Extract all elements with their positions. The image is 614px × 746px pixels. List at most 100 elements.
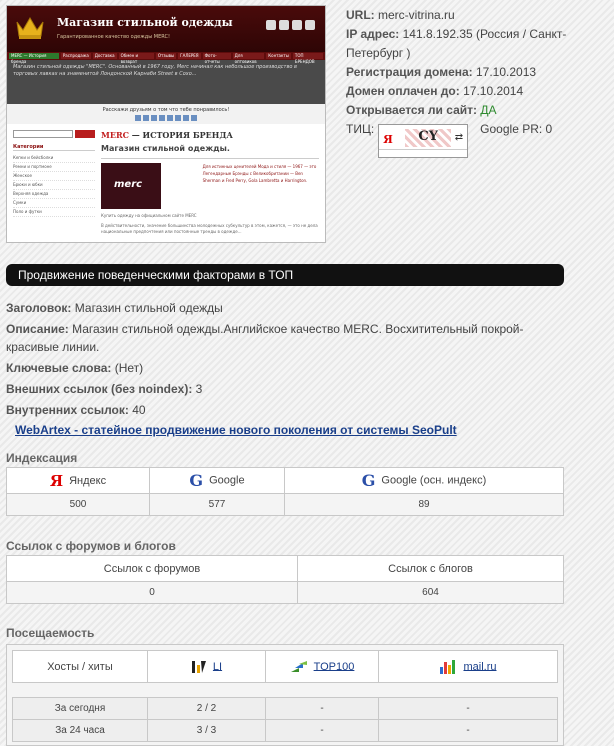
url-row: URL: merc-vitrina.ru: [346, 6, 606, 25]
thumb-nav-item: Фото-отчеты: [202, 53, 231, 64]
thumb-main: MERC — ИСТОРИЯ БРЕНДА Магазин стильной о…: [101, 130, 319, 235]
thumb-side-heading: Категории: [13, 144, 95, 151]
paid-row: Домен оплачен до: 17.10.2014: [346, 82, 606, 101]
thumb-header: Магазин стильной одежды Гарантированное …: [7, 6, 325, 52]
thumb-nav-item: Распродажа: [60, 53, 91, 59]
page-meta: Заголовок: Магазин стильной одежды Описа…: [6, 299, 566, 422]
open-row: Открывается ли сайт: ДА: [346, 101, 606, 120]
thumb-body: Категории Кепки и бейсболки Ремни и порт…: [7, 124, 325, 241]
webartex-link[interactable]: WebArtex - статейное продвижение нового …: [15, 423, 457, 437]
open-value: ДА: [480, 103, 497, 117]
tic-row: ТИЦ: Я CY ⇄ Google PR: 0: [346, 122, 552, 158]
table-row: За сегодня 2 / 2 - -: [12, 697, 558, 720]
merc-logo-image: merc: [101, 163, 161, 209]
meta-ext-value: 3: [195, 382, 203, 396]
thumb-search: [13, 130, 95, 138]
google-header: G Google: [149, 467, 285, 494]
top100-link[interactable]: TOP100: [314, 660, 355, 672]
forums-header: Ссылок с форумов: [6, 555, 298, 582]
meta-desc-value: Магазин стильной одежды.Английское качес…: [6, 322, 524, 354]
thumb-side-item: Поло и футки: [13, 208, 95, 217]
thumb-nav-item: ТОП БРЕНДОВ: [292, 53, 323, 64]
google-index-value: 577: [149, 493, 285, 516]
thumb-article-title: MERC — ИСТОРИЯ БРЕНДА: [101, 130, 319, 140]
url-value: merc-vitrina.ru: [378, 8, 455, 22]
reg-label: Регистрация домена:: [346, 65, 473, 79]
thumb-article-subtitle: Магазин стильной одежды.: [101, 144, 230, 153]
indexing-table: Я Яндекс G Google G Google (осн. индекс) 50…: [6, 467, 564, 516]
today-mailru: -: [378, 697, 558, 720]
today-label: За сегодня: [12, 697, 148, 720]
paid-value: 17.10.2014: [463, 84, 524, 98]
meta-ext-label: Внешних ссылок (без noindex):: [6, 382, 193, 396]
share-icons: [7, 115, 325, 121]
thumb-side-item: Женское: [13, 172, 95, 181]
google-pr: Google PR: 0: [480, 122, 553, 136]
visits-table: Хосты / хиты LI TOP100 mail.ru: [12, 650, 558, 683]
today-li: 2 / 2: [147, 697, 266, 720]
visits-panel: Хосты / хиты LI TOP100 mail.ru За сегодн…: [6, 644, 564, 746]
thumb-site-title: Магазин стильной одежды: [57, 16, 233, 29]
yandex-index-value: 500: [6, 493, 150, 516]
top100-icon: [290, 660, 307, 672]
tic-label: ТИЦ:: [346, 122, 375, 136]
yandex-header-label: Яндекс: [69, 474, 107, 487]
day-top100: -: [265, 719, 379, 742]
forums-table: Ссылок с форумов Ссылок с блогов 0 604: [6, 555, 564, 604]
thumb-intro-band: Магазин стильной одежды "MERC". Основанн…: [7, 60, 325, 104]
meta-desc-label: Описание:: [6, 322, 69, 336]
merc-logo-text: merc: [114, 179, 143, 190]
meta-ext-row: Внешних ссылок (без noindex): 3: [6, 380, 566, 398]
meta-title-row: Заголовок: Магазин стильной одежды: [6, 299, 566, 317]
google-header-label: Google: [209, 474, 245, 487]
table-row: За 24 часа 3 / 3 - -: [12, 719, 558, 742]
meta-title-value: Магазин стильной одежды: [74, 301, 223, 315]
today-top100: -: [265, 697, 379, 720]
yandex-header: Я Яндекс: [6, 467, 150, 494]
meta-keys-value: (Нет): [114, 361, 144, 375]
thumb-side-item: Верхняя одежда: [13, 190, 95, 199]
thumb-nav-item: Отзывы: [155, 53, 177, 59]
cy-bar: [379, 149, 468, 157]
meta-int-row: Внутренних ссылок: 40: [6, 401, 566, 419]
refresh-icon[interactable]: ⇄: [455, 132, 463, 143]
mailru-link[interactable]: mail.ru: [463, 660, 496, 672]
meta-keys-row: Ключевые слова: (Нет): [6, 359, 566, 377]
google-main-header: G Google (осн. индекс): [284, 467, 564, 494]
thumb-logo-caption: Купить одежду на официальном сайте MERC: [101, 213, 197, 218]
blogs-value: 604: [297, 581, 564, 604]
google-main-header-label: Google (осн. индекс): [381, 474, 487, 487]
cy-captcha: CY: [405, 129, 452, 147]
blogs-header: Ссылок с блогов: [297, 555, 564, 582]
thumb-side-item: Брюки и юбки: [13, 181, 95, 190]
ip-row: IP адрес: 141.8.192.35 (Россия / Санкт-П…: [346, 25, 606, 63]
mailru-header[interactable]: mail.ru: [378, 650, 558, 683]
forums-value: 0: [6, 581, 298, 604]
yandex-icon: Я: [49, 471, 64, 490]
meta-int-label: Внутренних ссылок:: [6, 403, 129, 417]
meta-desc-row: Описание: Магазин стильной одежды.Англий…: [6, 320, 566, 356]
google-main-index-value: 89: [284, 493, 564, 516]
thumb-nav-item: Доставка: [92, 53, 117, 59]
google-icon: G: [361, 471, 376, 490]
yandex-cy-badge[interactable]: Я CY ⇄: [378, 124, 469, 158]
top100-header[interactable]: TOP100: [265, 650, 379, 683]
thumb-side-item: Сумки: [13, 199, 95, 208]
meta-int-value: 40: [132, 403, 146, 417]
thumb-nav: MERC — История бренда Распродажа Доставк…: [7, 52, 325, 64]
url-label: URL:: [346, 8, 375, 22]
thumb-nav-item: Обмен и возврат: [118, 53, 154, 64]
thumb-social-icons: [266, 20, 315, 30]
meta-title-label: Заголовок:: [6, 301, 72, 315]
hosts-hits-header: Хосты / хиты: [12, 650, 148, 683]
reg-value: 17.10.2013: [476, 65, 537, 79]
table-row: 0 604: [6, 581, 564, 604]
li-link[interactable]: LI: [213, 660, 222, 672]
promo-banner[interactable]: Продвижение поведенческими факторами в Т…: [6, 264, 564, 286]
li-header[interactable]: LI: [147, 650, 266, 683]
thumb-nav-item: Для оптовиков: [232, 53, 265, 64]
thumb-nav-item: ГАЛЕРЕЯ: [178, 53, 201, 59]
site-thumbnail[interactable]: Магазин стильной одежды Гарантированное …: [6, 5, 326, 243]
thumb-side-item: Кепки и бейсболки: [13, 154, 95, 163]
thumb-nav-item: MERC — История бренда: [9, 53, 59, 64]
